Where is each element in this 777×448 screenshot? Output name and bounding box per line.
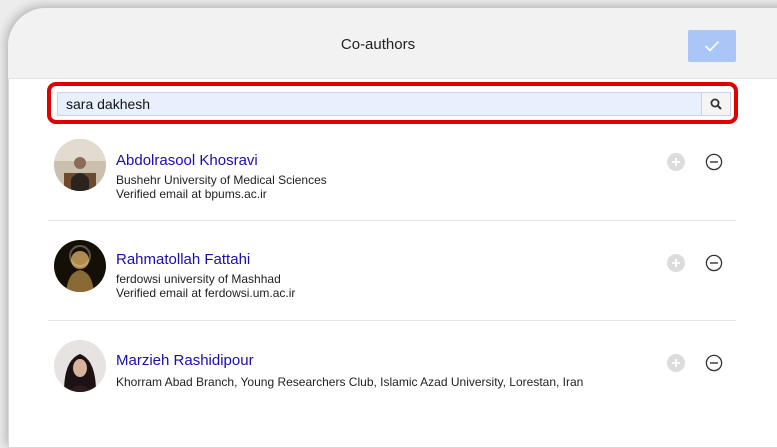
author-email: Verified email at bpums.ac.ir (116, 187, 267, 201)
author-name[interactable]: Abdolrasool Khosravi (116, 152, 258, 169)
avatar (54, 240, 106, 292)
remove-coauthor-button[interactable] (705, 354, 723, 372)
dialog-header: Co-authors (8, 8, 777, 79)
add-coauthor-button[interactable] (667, 254, 685, 272)
author-row: Marzieh Rashidipour Khorram Abad Branch,… (48, 320, 736, 420)
search-highlight-box (47, 82, 738, 124)
minus-circle-icon (705, 354, 723, 372)
dialog-title: Co-authors (340, 36, 416, 53)
author-name[interactable]: Marzieh Rashidipour (116, 352, 254, 369)
author-affiliation: ferdowsi university of Mashhad (116, 272, 281, 286)
author-affiliation: Bushehr University of Medical Sciences (116, 173, 327, 187)
author-row: Abdolrasool Khosravi Bushehr University … (48, 120, 736, 221)
minus-circle-icon (705, 254, 723, 272)
avatar (54, 340, 106, 392)
minus-circle-icon (705, 153, 723, 171)
author-name[interactable]: Rahmatollah Fattahi (116, 251, 250, 268)
search-button[interactable] (702, 92, 731, 116)
add-coauthor-button[interactable] (667, 354, 685, 372)
remove-coauthor-button[interactable] (705, 254, 723, 272)
checkmark-icon (704, 40, 720, 52)
avatar (54, 139, 106, 191)
remove-coauthor-button[interactable] (705, 153, 723, 171)
author-affiliation: Khorram Abad Branch, Young Researchers C… (116, 375, 584, 389)
search-input[interactable] (57, 92, 702, 116)
author-email: Verified email at ferdowsi.um.ac.ir (116, 286, 296, 300)
done-button[interactable] (688, 30, 736, 62)
search-icon (710, 98, 722, 110)
plus-icon (672, 259, 680, 267)
plus-icon (672, 158, 680, 166)
plus-icon (672, 359, 680, 367)
coauthors-dialog: Co-authors Abdolrasool Khosrav (8, 8, 777, 448)
author-row: Rahmatollah Fattahi ferdowsi university … (48, 220, 736, 321)
add-coauthor-button[interactable] (667, 153, 685, 171)
